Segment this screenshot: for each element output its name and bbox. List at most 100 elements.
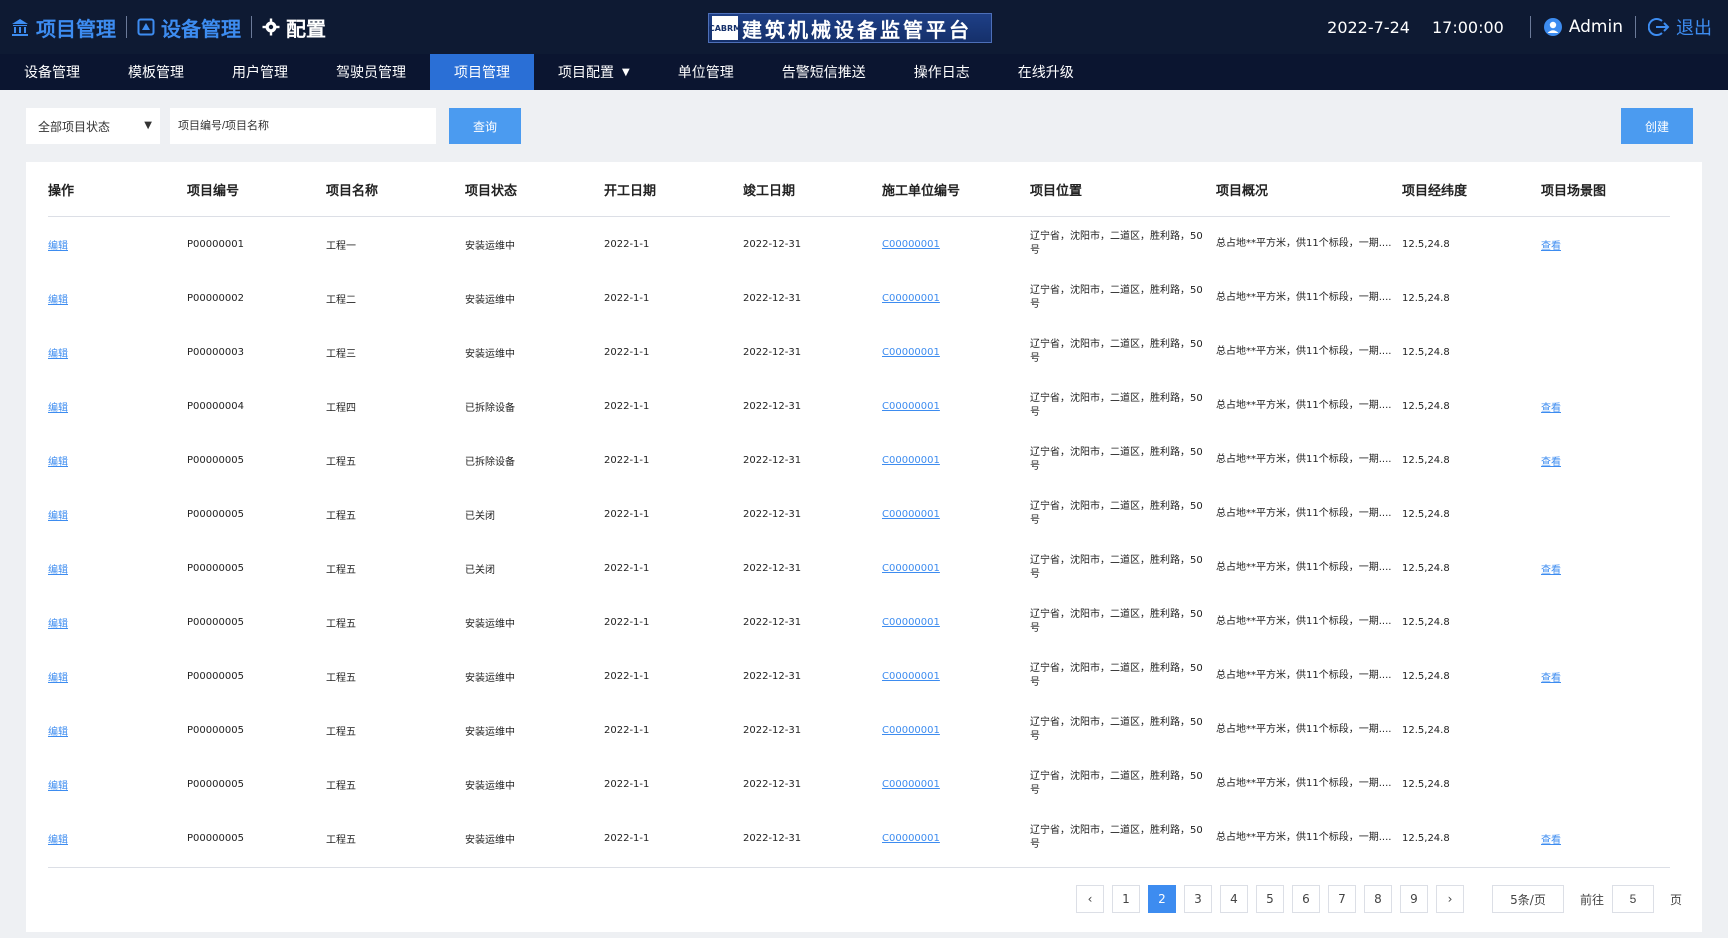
top-header: 项目管理 设备管理 配置 CABRM 建筑机械设备监管平台 2022-7-24 …	[0, 0, 1728, 54]
scene-view-link[interactable]: 查看	[1541, 561, 1670, 576]
unit-code-link[interactable]: C00000001	[882, 671, 1030, 682]
project-status: 安装运维中	[465, 780, 515, 792]
nav-operation-log[interactable]: 操作日志	[890, 54, 994, 90]
status-select-value: 全部项目状态	[38, 119, 111, 134]
project-status: 安装运维中	[465, 240, 515, 252]
edit-link[interactable]: 编辑	[48, 237, 187, 252]
query-button[interactable]: 查询	[449, 108, 521, 144]
edit-link[interactable]: 编辑	[48, 615, 187, 630]
logout-icon	[1648, 18, 1670, 36]
nav-alarm-sms[interactable]: 告警短信推送	[758, 54, 890, 90]
edit-link[interactable]: 编辑	[48, 777, 187, 792]
unit-code-link[interactable]: C00000001	[882, 455, 1030, 466]
project-status: 安装运维中	[465, 348, 515, 360]
nav-unit[interactable]: 单位管理	[654, 54, 758, 90]
start-date: 2022-1-1	[604, 616, 650, 628]
scene-view-link[interactable]: 查看	[1541, 237, 1670, 252]
page-9[interactable]: 9	[1400, 885, 1428, 913]
main-nav: 设备管理 模板管理 用户管理 驾驶员管理 项目管理 项目配置 ▼ 单位管理 告警…	[0, 54, 1728, 90]
project-location: 辽宁省，沈阳市，二道区，胜利路，50号	[1030, 501, 1203, 526]
prev-page-button[interactable]: ‹	[1076, 885, 1104, 913]
project-status: 安装运维中	[465, 672, 515, 684]
page-1[interactable]: 1	[1112, 885, 1140, 913]
page-4[interactable]: 4	[1220, 885, 1248, 913]
edit-link[interactable]: 编辑	[48, 399, 187, 414]
nav-device[interactable]: 设备管理	[0, 54, 104, 90]
page-8[interactable]: 8	[1364, 885, 1392, 913]
header-link-config[interactable]: 配置	[262, 13, 326, 42]
edit-link[interactable]: 编辑	[48, 453, 187, 468]
edit-link[interactable]: 编辑	[48, 831, 187, 846]
edit-link[interactable]: 编辑	[48, 291, 187, 306]
scene-view-link[interactable]: 查看	[1541, 669, 1670, 684]
header-link-project[interactable]: 项目管理	[10, 13, 116, 42]
page-2[interactable]: 2	[1148, 885, 1176, 913]
end-date: 2022-12-31	[743, 670, 802, 682]
edit-link[interactable]: 编辑	[48, 561, 187, 576]
unit-code-link[interactable]: C00000001	[882, 239, 1030, 250]
unit-code-link[interactable]: C00000001	[882, 347, 1030, 358]
table-row: 编辑 P00000005 工程五 安装运维中 2022-1-1 2022-12-31 C00…	[48, 649, 1670, 703]
search-input[interactable]	[170, 108, 436, 144]
unit-code-link[interactable]: C00000001	[882, 401, 1030, 412]
nav-template[interactable]: 模板管理	[104, 54, 208, 90]
nav-driver[interactable]: 驾驶员管理	[312, 54, 430, 90]
user-menu[interactable]: Admin	[1543, 17, 1623, 37]
project-overview: 总占地**平方米，供11个标段，一期....	[1216, 400, 1392, 411]
unit-code-link[interactable]: C00000001	[882, 725, 1030, 736]
project-name: 工程一	[326, 240, 356, 252]
table-body: 编辑 P00000001 工程一 安装运维中 2022-1-1 2022-12-31 C00…	[48, 217, 1670, 868]
table-row: 编辑 P00000003 工程三 安装运维中 2022-1-1 2022-12-31 C00…	[48, 325, 1670, 379]
edit-link[interactable]: 编辑	[48, 723, 187, 738]
logout-button[interactable]: 退出	[1648, 14, 1712, 40]
project-status: 已拆除设备	[465, 402, 515, 414]
start-date: 2022-1-1	[604, 346, 650, 358]
unit-code-link[interactable]: C00000001	[882, 617, 1030, 628]
col-header-coords: 项目经纬度	[1402, 183, 1468, 199]
header-link-device[interactable]: 设备管理	[137, 13, 241, 42]
scene-view-link[interactable]: 查看	[1541, 453, 1670, 468]
scene-view-link[interactable]: 查看	[1541, 831, 1670, 846]
create-button[interactable]: 创建	[1621, 108, 1693, 144]
table-row: 编辑 P00000001 工程一 安装运维中 2022-1-1 2022-12-31 C00…	[48, 217, 1670, 271]
col-header-end: 竣工日期	[743, 183, 796, 199]
start-date: 2022-1-1	[604, 292, 650, 304]
brand-logo: CABRM 建筑机械设备监管平台	[708, 13, 992, 43]
unit-code-link[interactable]: C00000001	[882, 563, 1030, 574]
page-3[interactable]: 3	[1184, 885, 1212, 913]
edit-link[interactable]: 编辑	[48, 507, 187, 522]
edit-link[interactable]: 编辑	[48, 669, 187, 684]
project-name: 工程五	[326, 672, 356, 684]
unit-code-link[interactable]: C00000001	[882, 293, 1030, 304]
project-location: 辽宁省，沈阳市，二道区，胜利路，50号	[1030, 447, 1203, 472]
page-7[interactable]: 7	[1328, 885, 1356, 913]
next-page-button[interactable]: ›	[1436, 885, 1464, 913]
nav-project-config[interactable]: 项目配置 ▼	[534, 54, 654, 90]
end-date: 2022-12-31	[743, 724, 802, 736]
goto-page-input[interactable]	[1612, 885, 1655, 913]
nav-project-config-label: 项目配置	[558, 65, 614, 81]
table-row: 编辑 P00000004 工程四 已拆除设备 2022-1-1 2022-12-31 C00…	[48, 379, 1670, 433]
scene-view-link[interactable]: 查看	[1541, 399, 1670, 414]
project-status: 安装运维中	[465, 294, 515, 306]
project-status: 安装运维中	[465, 726, 515, 738]
page-6[interactable]: 6	[1292, 885, 1320, 913]
nav-user[interactable]: 用户管理	[208, 54, 312, 90]
project-overview: 总占地**平方米，供11个标段，一期....	[1216, 670, 1392, 681]
table-row: 编辑 P00000005 工程五 安装运维中 2022-1-1 2022-12-31 C00…	[48, 703, 1670, 757]
table-row: 编辑 P00000005 工程五 已拆除设备 2022-1-1 2022-12-31 C00…	[48, 433, 1670, 487]
unit-code-link[interactable]: C00000001	[882, 509, 1030, 520]
status-select[interactable]: 全部项目状态 ▼	[26, 108, 160, 144]
nav-project[interactable]: 项目管理	[430, 54, 534, 90]
page-size-select[interactable]: 5条/页	[1492, 885, 1564, 913]
unit-code-link[interactable]: C00000001	[882, 779, 1030, 790]
nav-online-upgrade[interactable]: 在线升级	[994, 54, 1098, 90]
unit-code-link[interactable]: C00000001	[882, 833, 1030, 844]
project-code: P00000005	[187, 454, 244, 466]
col-header-start: 开工日期	[604, 183, 657, 199]
project-name: 工程五	[326, 618, 356, 630]
page-5[interactable]: 5	[1256, 885, 1284, 913]
project-code: P00000001	[187, 238, 244, 250]
edit-link[interactable]: 编辑	[48, 345, 187, 360]
project-code: P00000005	[187, 562, 244, 574]
